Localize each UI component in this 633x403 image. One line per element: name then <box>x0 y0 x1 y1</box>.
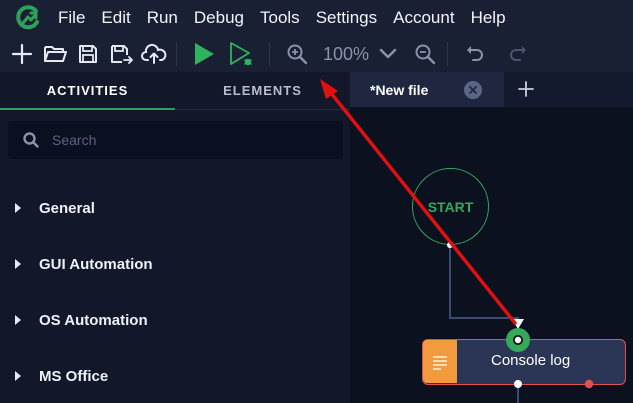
new-button[interactable] <box>7 39 36 69</box>
node-output-port[interactable] <box>513 379 523 389</box>
close-tab-button[interactable] <box>464 81 482 99</box>
log-icon <box>423 340 457 383</box>
category-gui-automation[interactable]: GUI Automation <box>0 236 350 292</box>
node-input-port[interactable] <box>505 327 531 353</box>
category-label: OS Automation <box>39 311 148 329</box>
zoom-in-icon <box>287 44 307 65</box>
add-tab-button[interactable] <box>515 78 537 100</box>
debug-run-button[interactable] <box>226 39 255 69</box>
menu-account[interactable]: Account <box>393 8 454 28</box>
editor-tab-bar: *New file <box>350 72 633 107</box>
caret-right-icon <box>15 315 21 325</box>
menu-tools[interactable]: Tools <box>260 8 300 28</box>
redo-button[interactable] <box>503 39 532 69</box>
close-icon <box>469 86 477 94</box>
category-general[interactable]: General <box>0 180 350 236</box>
app-window: File Edit Run Debug Tools Settings Accou… <box>0 0 633 403</box>
toolbar: 100% <box>0 36 633 72</box>
tab-new-file[interactable]: *New file <box>350 72 504 107</box>
menu-edit[interactable]: Edit <box>101 8 130 28</box>
new-icon <box>11 43 32 65</box>
caret-right-icon <box>15 371 21 381</box>
search-input[interactable] <box>52 132 332 148</box>
node-label: Console log <box>491 352 571 369</box>
category-ms-office[interactable]: MS Office <box>0 348 350 403</box>
caret-right-icon <box>15 203 21 213</box>
tab-elements[interactable]: ELEMENTS <box>175 72 350 110</box>
menu-settings[interactable]: Settings <box>316 8 377 28</box>
category-label: General <box>39 199 95 217</box>
menu-run[interactable]: Run <box>147 8 178 28</box>
toolbar-divider <box>176 42 177 66</box>
run-icon <box>194 43 214 65</box>
category-list: General GUI Automation OS Automation MS … <box>0 180 350 403</box>
zoom-in-button[interactable] <box>282 39 311 69</box>
category-label: MS Office <box>39 367 109 385</box>
zoom-out-icon <box>415 44 435 65</box>
save-as-icon <box>110 45 133 64</box>
save-icon <box>78 45 97 63</box>
start-output-port[interactable] <box>446 241 454 249</box>
category-label: GUI Automation <box>39 255 153 273</box>
zoom-out-button[interactable] <box>410 39 439 69</box>
menu-help[interactable]: Help <box>471 8 506 28</box>
app-logo-icon <box>14 4 42 32</box>
caret-right-icon <box>15 259 21 269</box>
run-button[interactable] <box>189 39 218 69</box>
start-node[interactable]: START <box>412 168 489 245</box>
node-error-port[interactable] <box>584 379 594 389</box>
chevron-down-icon <box>379 48 396 59</box>
save-as-button[interactable] <box>106 39 135 69</box>
menu-bar: File Edit Run Debug Tools Settings Accou… <box>0 0 633 36</box>
add-tab-icon <box>518 81 534 97</box>
start-label: START <box>427 198 474 215</box>
redo-icon <box>509 46 526 61</box>
toolbar-divider <box>269 42 270 66</box>
menu-file[interactable]: File <box>58 8 85 28</box>
search-icon <box>23 132 39 148</box>
tab-title: *New file <box>370 81 429 98</box>
save-button[interactable] <box>73 39 102 69</box>
open-folder-icon <box>43 46 67 62</box>
panel-tabs: ACTIVITIES ELEMENTS <box>0 72 350 110</box>
zoom-dropdown[interactable] <box>373 39 402 69</box>
undo-button[interactable] <box>460 39 489 69</box>
debug-run-icon <box>229 42 252 66</box>
tab-activities[interactable]: ACTIVITIES <box>0 72 175 110</box>
undo-icon <box>466 46 483 61</box>
open-button[interactable] <box>40 39 69 69</box>
activities-panel: ACTIVITIES ELEMENTS General GUI Automati… <box>0 72 350 403</box>
search-box <box>8 121 343 159</box>
workflow-canvas[interactable]: START Console log <box>350 107 633 403</box>
menu-debug[interactable]: Debug <box>194 8 244 28</box>
zoom-level[interactable]: 100% <box>323 44 369 65</box>
category-os-automation[interactable]: OS Automation <box>0 292 350 348</box>
cloud-upload-button[interactable] <box>139 39 168 69</box>
toolbar-divider <box>447 42 449 66</box>
cloud-upload-icon <box>140 43 166 64</box>
